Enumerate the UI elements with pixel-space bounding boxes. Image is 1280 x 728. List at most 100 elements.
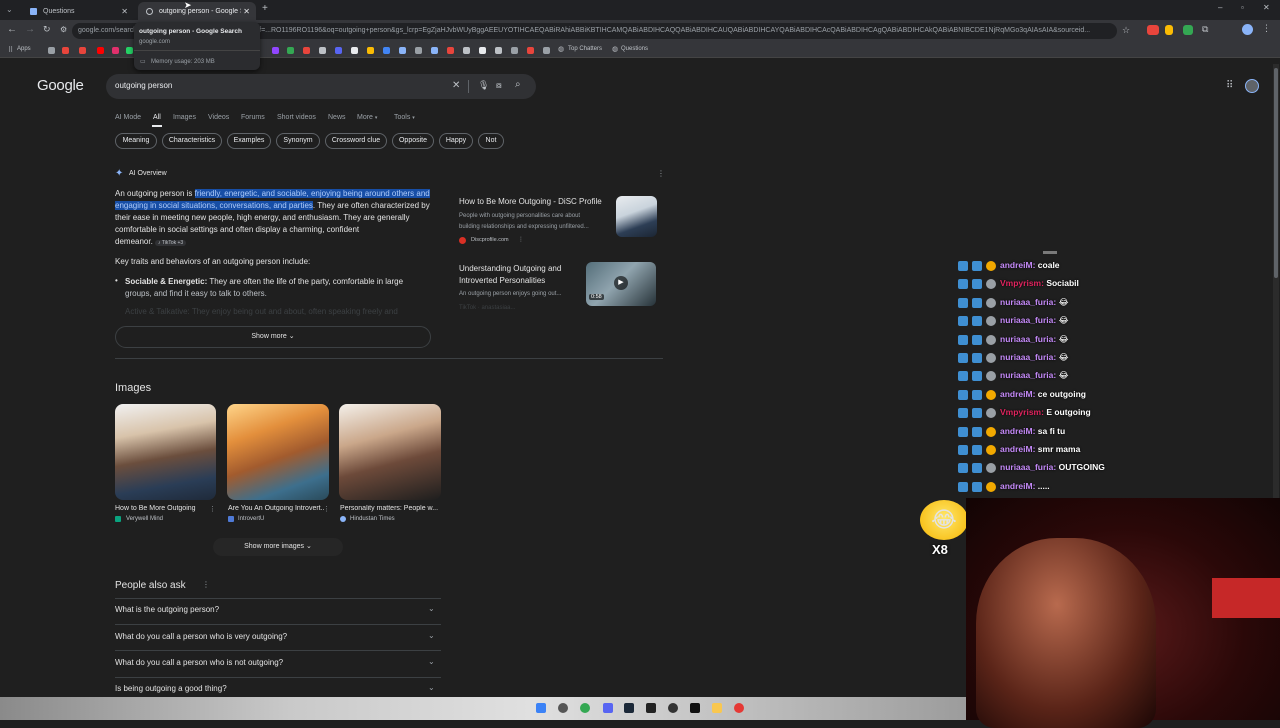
close-window-icon[interactable]: ✕ <box>1263 3 1270 12</box>
chip-not[interactable]: Not <box>478 133 504 149</box>
chevron-down-icon[interactable]: ⌄ <box>428 631 435 640</box>
paa-question[interactable]: What do you call a person who is very ou… <box>115 632 287 641</box>
chrome-icon[interactable] <box>580 703 590 713</box>
tab-images[interactable]: Images <box>173 114 196 121</box>
tab-videos[interactable]: Videos <box>208 114 229 121</box>
show-more-button[interactable]: Show more ⌄ <box>115 326 431 348</box>
scrollbar-thumb[interactable] <box>1274 68 1278 278</box>
tab-all[interactable]: All <box>153 114 161 121</box>
bookmark-icon[interactable] <box>351 47 358 54</box>
play-icon[interactable]: ▶ <box>614 276 628 290</box>
account-avatar[interactable] <box>1245 79 1259 93</box>
show-more-images-button[interactable]: Show more images ⌄ <box>213 538 343 556</box>
bookmark-icon[interactable] <box>272 47 279 54</box>
source-card[interactable]: How to Be More Outgoing - DiSC Profile P… <box>452 190 660 246</box>
image-result[interactable] <box>227 404 329 500</box>
chat-username[interactable]: andreiM <box>1000 426 1033 436</box>
more-options-icon[interactable]: ⋮ <box>657 169 665 178</box>
bookmark-icon[interactable] <box>287 47 294 54</box>
menu-icon[interactable]: ⋮ <box>1262 23 1271 34</box>
bookmark-icon[interactable] <box>399 47 406 54</box>
close-icon[interactable]: ✕ <box>243 7 250 16</box>
chip-opposite[interactable]: Opposite <box>392 133 434 149</box>
paa-question[interactable]: Is being outgoing a good thing? <box>115 684 227 693</box>
bookmark-icon[interactable] <box>527 47 534 54</box>
bookmark-icon[interactable] <box>126 47 133 54</box>
bookmark-icon[interactable] <box>495 47 502 54</box>
chat-username[interactable]: Vmpyrism <box>1000 407 1041 417</box>
image-caption[interactable]: Personality matters: People w... <box>340 505 440 512</box>
tab-questions[interactable]: Questions ✕ <box>22 2 134 20</box>
bookmark-icon[interactable] <box>319 47 326 54</box>
extension-icon[interactable] <box>1183 25 1193 35</box>
close-icon[interactable]: ✕ <box>121 7 128 16</box>
app-icon[interactable] <box>646 703 656 713</box>
bookmark-icon[interactable] <box>511 47 518 54</box>
bookmark-icon[interactable] <box>303 47 310 54</box>
chevron-down-icon[interactable]: ⌄ <box>428 657 435 666</box>
app-icon[interactable] <box>668 703 678 713</box>
chip-happy[interactable]: Happy <box>439 133 473 149</box>
bookmark-icon[interactable] <box>62 47 69 54</box>
image-caption[interactable]: Are You An Outgoing Introvert... <box>228 505 324 512</box>
microphone-icon[interactable]: 🎙 <box>478 80 489 91</box>
chat-username[interactable]: nuriaaa_furia <box>1000 315 1053 325</box>
site-info-icon[interactable]: ⚙ <box>60 25 67 34</box>
chat-username[interactable]: andreiM <box>1000 389 1033 399</box>
chevron-down-icon[interactable]: ⌄ <box>428 683 435 692</box>
chip-crossword-clue[interactable]: Crossword clue <box>325 133 387 149</box>
bookmark-icon[interactable] <box>383 47 390 54</box>
extension-icon[interactable] <box>1165 25 1173 35</box>
tab-google-search[interactable]: outgoing person - Google Search ✕ <box>138 2 256 20</box>
more-options-icon[interactable]: ⋮ <box>323 505 330 513</box>
profile-avatar[interactable] <box>1242 24 1253 35</box>
start-icon[interactable] <box>536 703 546 713</box>
steam-icon[interactable] <box>624 703 634 713</box>
search-box[interactable]: outgoing person ✕ 🎙 ⧇ ⌕ <box>106 74 536 99</box>
minimize-icon[interactable]: – <box>1218 3 1222 12</box>
paa-question[interactable]: What do you call a person who is not out… <box>115 658 283 667</box>
chip-characteristics[interactable]: Characteristics <box>162 133 222 149</box>
tab-search-icon[interactable]: ⌄ <box>6 5 13 14</box>
chevron-down-icon[interactable]: ⌄ <box>428 604 435 613</box>
source-card[interactable]: Understanding Outgoing and Introverted P… <box>452 258 660 312</box>
bookmark-icon[interactable] <box>48 47 55 54</box>
extensions-puzzle-icon[interactable]: ⧉ <box>1202 24 1208 35</box>
bookmark-apps[interactable]: Apps <box>17 46 31 52</box>
search-input[interactable]: outgoing person <box>115 81 172 90</box>
lens-icon[interactable]: ⧇ <box>496 80 502 91</box>
more-options-icon[interactable]: ⋮ <box>518 236 524 243</box>
chat-username[interactable]: andreiM <box>1000 481 1033 491</box>
google-logo[interactable]: Google <box>37 77 84 94</box>
clear-icon[interactable]: ✕ <box>452 80 460 91</box>
bookmark-icon[interactable] <box>463 47 470 54</box>
chat-username[interactable]: Vmpyrism <box>1000 278 1041 288</box>
image-result[interactable] <box>339 404 441 500</box>
chat-username[interactable]: nuriaaa_furia <box>1000 334 1053 344</box>
tab-short-videos[interactable]: Short videos <box>277 114 316 121</box>
bookmark-icon[interactable] <box>97 47 104 54</box>
bookmark-icon[interactable] <box>112 47 119 54</box>
apps-grid-icon[interactable]: ⠿ <box>8 46 13 54</box>
chat-username[interactable]: nuriaaa_furia <box>1000 370 1053 380</box>
bookmark-icon[interactable] <box>79 47 86 54</box>
search-icon[interactable]: ⌕ <box>515 79 521 90</box>
file-explorer-icon[interactable] <box>712 703 722 713</box>
more-options-icon[interactable]: ⋮ <box>202 580 210 589</box>
bookmark-icon[interactable] <box>479 47 486 54</box>
app-icon[interactable] <box>734 703 744 713</box>
google-apps-icon[interactable]: ⠿ <box>1226 80 1233 91</box>
more-options-icon[interactable]: ⋮ <box>209 505 216 513</box>
bookmark-questions[interactable]: Questions <box>621 46 648 52</box>
bookmark-icon[interactable] <box>431 47 438 54</box>
chat-username[interactable]: andreiM <box>1000 444 1033 454</box>
bookmark-top-chatters[interactable]: Top Chatters <box>568 46 602 52</box>
bookmark-icon[interactable] <box>335 47 342 54</box>
tab-forums[interactable]: Forums <box>241 114 265 121</box>
forward-icon[interactable]: → <box>25 24 35 35</box>
chat-username[interactable]: nuriaaa_furia <box>1000 462 1053 472</box>
tab-ai-mode[interactable]: AI Mode <box>115 114 141 121</box>
maximize-icon[interactable]: ▫ <box>1241 3 1244 12</box>
bookmark-icon[interactable] <box>447 47 454 54</box>
tab-more[interactable]: More ▾ <box>357 114 377 121</box>
